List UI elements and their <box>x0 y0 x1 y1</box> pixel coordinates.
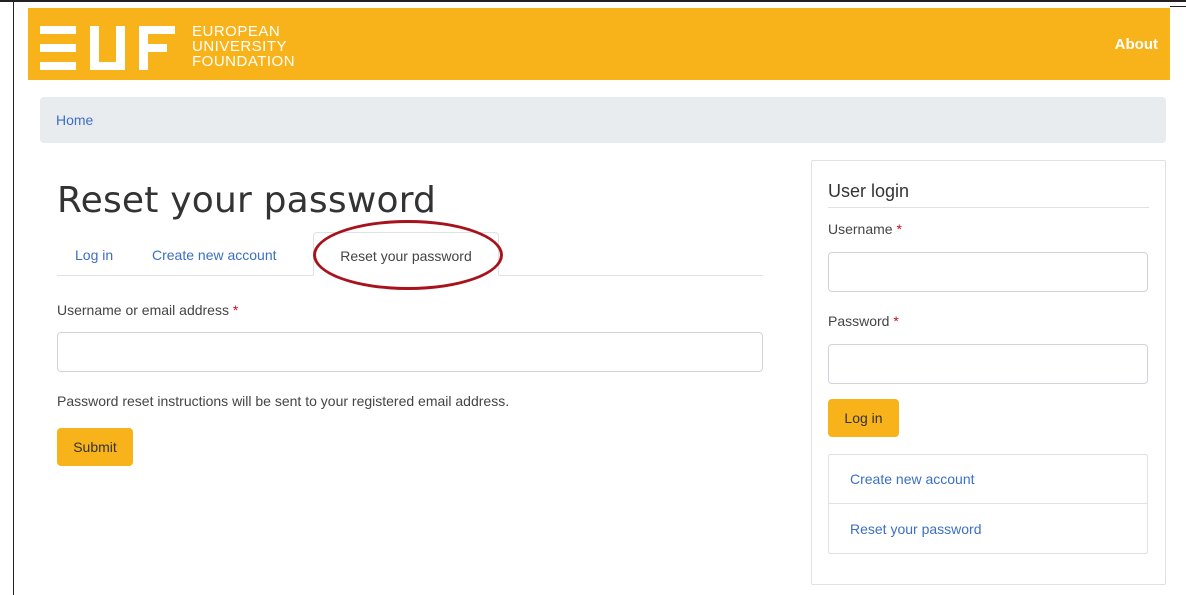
username-or-email-input[interactable] <box>57 332 763 372</box>
user-login-title: User login <box>828 181 910 201</box>
tab-reset-password[interactable]: Reset your password <box>313 232 499 276</box>
frame-left-border <box>13 0 14 595</box>
log-in-button[interactable]: Log in <box>828 399 899 437</box>
tab-log-in[interactable]: Log in <box>75 232 113 274</box>
sidebar-password-label: Password * <box>828 313 899 329</box>
reset-password-link[interactable]: Reset your password <box>829 505 1147 554</box>
sidebar-username-input[interactable] <box>828 252 1148 292</box>
euf-logo-mark <box>40 26 175 70</box>
breadcrumb-home-link[interactable]: Home <box>56 112 93 128</box>
required-marker: * <box>232 302 239 318</box>
frame-corner-mark <box>1170 6 1186 7</box>
label-text: Username or email address <box>57 302 229 318</box>
reset-help-text: Password reset instructions will be sent… <box>57 393 510 409</box>
euf-logo[interactable]: EUROPEAN UNIVERSITY FOUNDATION <box>40 18 310 74</box>
username-or-email-label: Username or email address * <box>57 302 238 318</box>
site-header: EUROPEAN UNIVERSITY FOUNDATION About <box>28 8 1170 80</box>
sidebar-username-label: Username * <box>828 221 902 237</box>
tab-create-new-account[interactable]: Create new account <box>152 232 277 274</box>
account-tabs: Log in Create new account Reset your pas… <box>57 232 763 276</box>
breadcrumb: Home <box>40 97 1166 143</box>
submit-button[interactable]: Submit <box>57 428 133 466</box>
required-marker: * <box>893 313 899 329</box>
page-title: Reset your password <box>57 180 437 221</box>
nav-about-link[interactable]: About <box>1115 36 1158 53</box>
logo-line: UNIVERSITY <box>192 38 288 55</box>
required-marker: * <box>896 221 902 237</box>
user-login-block: User login Username * Password * Log in … <box>811 160 1166 585</box>
user-links-list: Create new account Reset your password <box>828 454 1148 554</box>
logo-line: FOUNDATION <box>192 53 296 70</box>
label-text: Password <box>828 313 890 329</box>
create-new-account-link[interactable]: Create new account <box>829 455 1147 504</box>
divider <box>828 207 1149 208</box>
logo-line: EUROPEAN <box>192 23 281 40</box>
label-text: Username <box>828 221 893 237</box>
frame-top-border <box>0 0 1186 2</box>
sidebar-password-input[interactable] <box>828 344 1148 384</box>
logo-wordmark: EUROPEAN UNIVERSITY FOUNDATION <box>192 24 295 69</box>
